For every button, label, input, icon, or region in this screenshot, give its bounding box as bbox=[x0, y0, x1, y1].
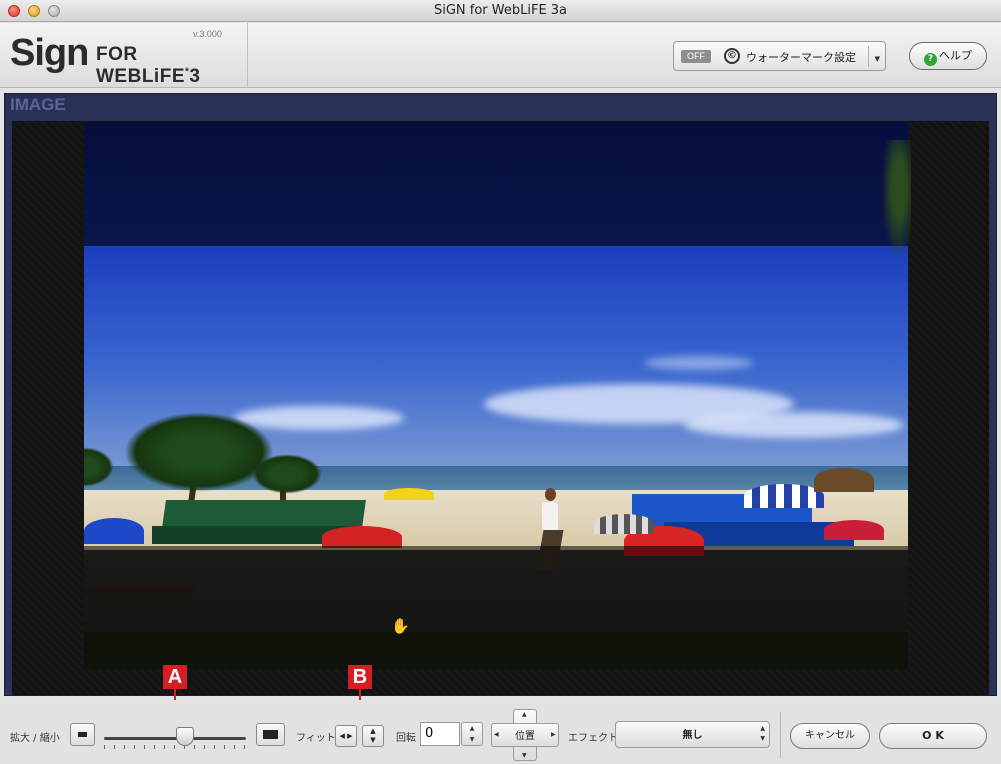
dropdown-arrow-icon[interactable]: ▼ bbox=[875, 55, 880, 63]
rotate-input[interactable]: 0 bbox=[420, 722, 460, 746]
green-tent bbox=[162, 500, 366, 528]
position-pad[interactable]: ▲ ▼ ◀ ▶ 位置 bbox=[491, 709, 559, 761]
toolbar-divider bbox=[780, 712, 781, 758]
red-umbrella bbox=[824, 520, 884, 540]
zoom-slider-track[interactable] bbox=[104, 737, 246, 740]
thatch-umbrella bbox=[814, 468, 874, 492]
zoom-out-icon bbox=[78, 732, 87, 737]
photo-cloud bbox=[684, 412, 904, 438]
palm-leaves bbox=[881, 140, 911, 260]
striped-umbrella bbox=[744, 484, 824, 508]
rotate-stepper[interactable]: ▲ ▼ bbox=[461, 722, 483, 746]
watermark-settings-button[interactable]: OFF © ウォーターマーク設定 ▼ bbox=[673, 41, 886, 71]
window-title: SiGN for WebLiFE 3a bbox=[433, 3, 568, 18]
zoom-slider-ticks bbox=[104, 745, 246, 749]
ok-button[interactable]: O K bbox=[879, 723, 987, 749]
yellow-umbrella bbox=[384, 488, 434, 500]
hand-cursor-icon: ✋ bbox=[391, 617, 410, 635]
striped-umbrella bbox=[594, 514, 654, 534]
fit-vertical-button[interactable]: ▲ ▼ bbox=[362, 725, 384, 747]
app-logo: Sign FOR WEBLiFE*3 v.3.000 bbox=[0, 23, 248, 88]
logo-sub-text: FOR WEBLiFE*3 bbox=[96, 44, 201, 87]
watermark-label: ウォーターマーク設定 bbox=[746, 51, 856, 64]
palm-leaves bbox=[252, 454, 322, 494]
version-label: v.3.000 bbox=[193, 29, 222, 39]
position-up-icon[interactable]: ▲ bbox=[522, 711, 527, 718]
fit-horizontal-button[interactable]: ◀ ▶ bbox=[335, 725, 357, 747]
photo-cloud bbox=[644, 356, 754, 370]
position-down-icon[interactable]: ▼ bbox=[522, 752, 527, 759]
person-shirt bbox=[542, 502, 558, 532]
position-left-icon[interactable]: ◀ bbox=[494, 731, 499, 738]
effect-select[interactable]: 無し ▲ ▼ bbox=[615, 721, 770, 748]
help-button[interactable]: ? ヘルプ bbox=[909, 42, 987, 70]
red-umbrella bbox=[322, 526, 402, 548]
effect-value: 無し bbox=[682, 730, 703, 741]
photo-cloud bbox=[234, 406, 404, 430]
select-arrows-icon: ▲ ▼ bbox=[760, 725, 765, 742]
palm-leaves bbox=[124, 412, 274, 492]
close-window-icon[interactable] bbox=[8, 5, 20, 17]
logo-main-text: Sign bbox=[10, 32, 89, 74]
zoom-label: 拡大 / 縮小 bbox=[10, 733, 60, 744]
app-header: Sign FOR WEBLiFE*3 v.3.000 OFF © ウォーターマー… bbox=[0, 23, 1001, 88]
help-label: ヘルプ bbox=[939, 49, 972, 62]
zoom-out-button[interactable] bbox=[70, 723, 95, 746]
person-head bbox=[545, 488, 556, 501]
watermark-divider bbox=[868, 46, 869, 67]
zoom-in-button[interactable] bbox=[256, 723, 285, 746]
effect-label: エフェクト bbox=[568, 733, 618, 744]
minimize-window-icon[interactable] bbox=[28, 5, 40, 17]
position-label: 位置 bbox=[515, 731, 535, 742]
fit-label: フィット bbox=[296, 733, 336, 744]
callout-b-label: B bbox=[348, 665, 372, 689]
rotate-label: 回転 bbox=[396, 733, 416, 744]
blue-umbrella bbox=[84, 518, 144, 544]
help-icon: ? bbox=[924, 53, 937, 66]
crop-shade-bottom bbox=[84, 546, 908, 669]
image-tab: IMAGE bbox=[5, 94, 93, 120]
maximize-window-icon[interactable] bbox=[48, 5, 60, 17]
zoom-slider-thumb[interactable] bbox=[175, 727, 194, 746]
crop-shade-top bbox=[84, 122, 908, 246]
watermark-off-badge[interactable]: OFF bbox=[681, 50, 711, 63]
zoom-in-icon bbox=[263, 730, 278, 739]
window-titlebar: SiGN for WebLiFE 3a bbox=[0, 0, 1001, 22]
beach-photo[interactable] bbox=[84, 122, 908, 669]
copyright-icon: © bbox=[724, 48, 740, 64]
position-right-icon[interactable]: ▶ bbox=[551, 731, 556, 738]
callout-a-label: A bbox=[163, 665, 187, 689]
cancel-button[interactable]: キャンセル bbox=[790, 723, 870, 749]
